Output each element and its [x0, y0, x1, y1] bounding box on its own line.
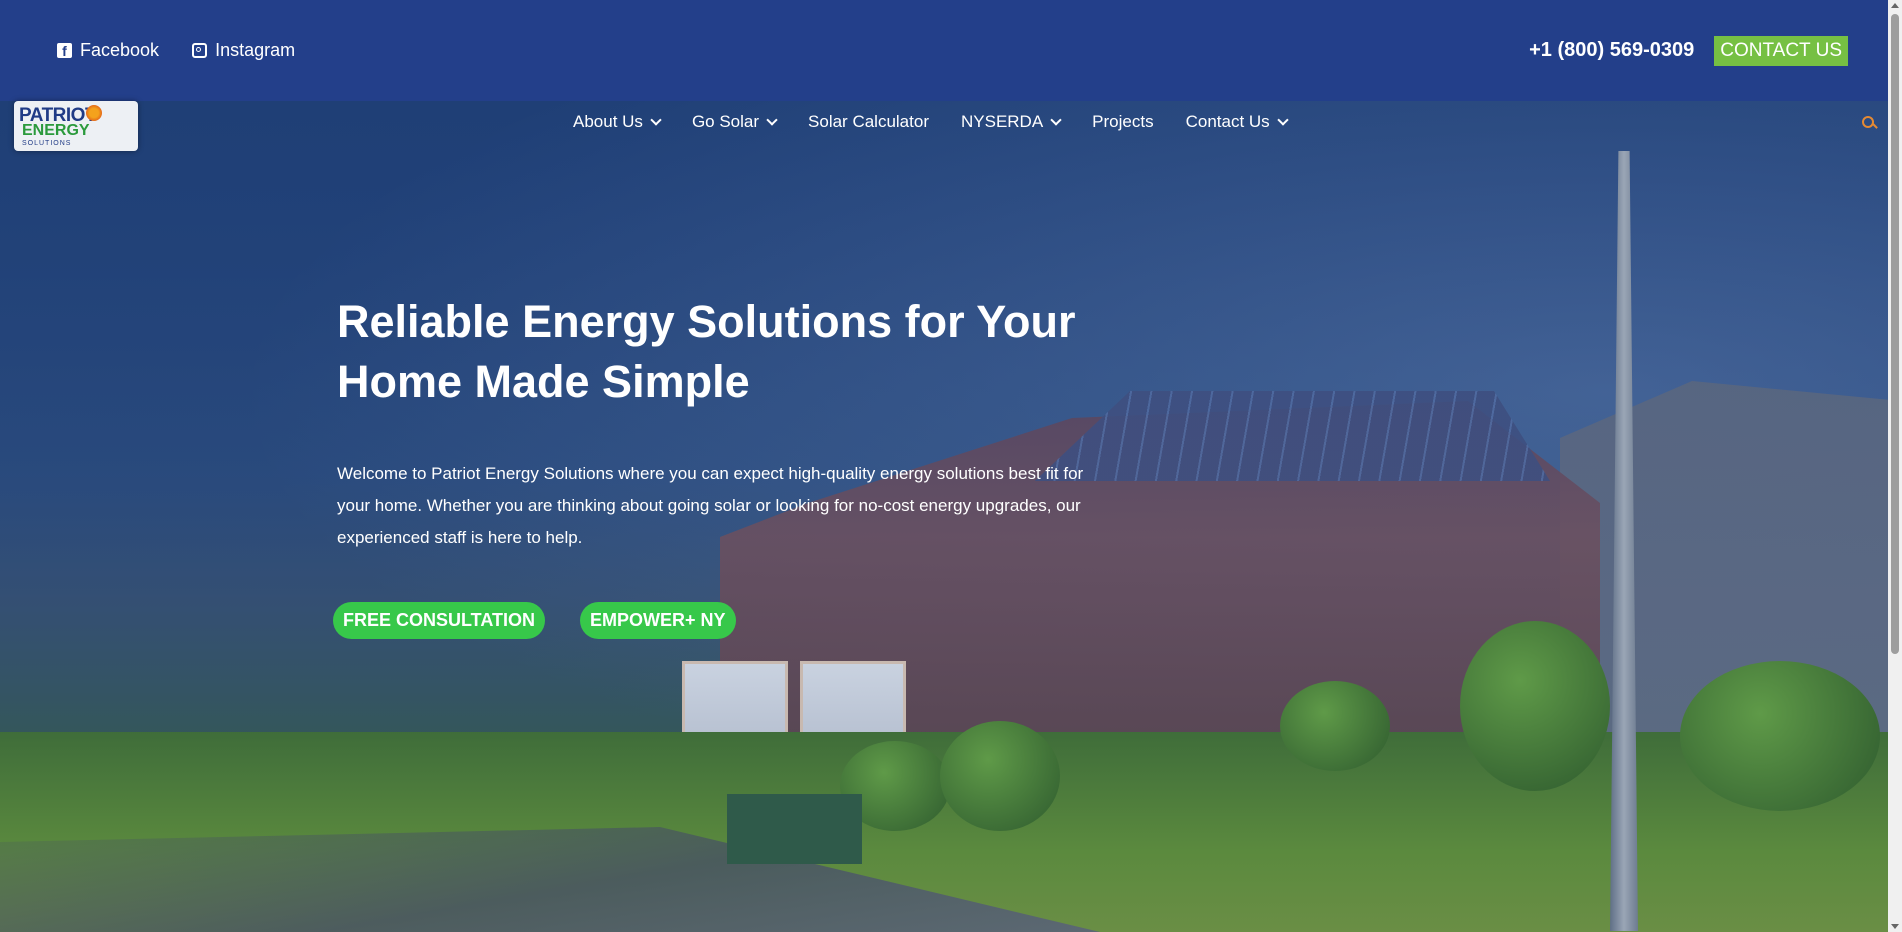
tree — [1460, 621, 1610, 791]
nav-item-contact-us[interactable]: Contact Us — [1185, 112, 1289, 132]
instagram-label: Instagram — [215, 40, 296, 60]
scroll-down-icon[interactable] — [1891, 924, 1899, 929]
nav-item-solar-calculator[interactable]: Solar Calculator — [808, 112, 929, 132]
top-bar: f Facebook Instagram +1 (800) 569-0309 C… — [0, 0, 1888, 101]
site-logo[interactable]: PATRIOT ENERGY SOLUTIONS — [14, 101, 140, 153]
hero-headline-line2: Home Made Simple — [337, 356, 750, 407]
nav-item-label: About Us — [573, 112, 643, 131]
nav-item-label: NYSERDA — [960, 112, 1044, 131]
nav-item-about-us[interactable]: About Us — [573, 112, 662, 132]
contact-us-button[interactable]: CONTACT US — [1714, 35, 1848, 66]
chevron-down-icon — [1050, 114, 1062, 126]
instagram-icon — [192, 43, 208, 58]
logo-text-energy: ENERGY — [22, 122, 90, 139]
nav-item-label: Go Solar — [691, 112, 760, 131]
chevron-down-icon — [766, 114, 778, 126]
chevron-down-icon — [1277, 114, 1289, 126]
shrub — [1680, 661, 1880, 811]
search-icon[interactable] — [1862, 116, 1878, 132]
hero-headline-line1: Reliable Energy Solutions for Your — [337, 296, 1076, 347]
nav-item-label: Projects — [1092, 112, 1154, 131]
phone-link[interactable]: +1 (800) 569-0309 — [1529, 39, 1694, 62]
scroll-up-icon[interactable] — [1891, 3, 1899, 8]
facebook-icon: f — [57, 43, 72, 58]
nav-item-go-solar[interactable]: Go Solar — [691, 112, 778, 132]
nav-item-projects[interactable]: Projects — [1092, 112, 1153, 132]
hero-headline: Reliable Energy Solutions for Your Home … — [337, 292, 1137, 412]
utility-box — [727, 794, 862, 864]
nav-item-label: Contact Us — [1185, 112, 1270, 131]
instagram-link[interactable]: Instagram — [192, 40, 295, 61]
shrub — [940, 721, 1060, 831]
scrollbar[interactable] — [1888, 0, 1902, 932]
scrollbar-thumb[interactable] — [1891, 14, 1899, 654]
social-links: f Facebook Instagram — [57, 40, 295, 61]
empower-ny-button[interactable]: EMPOWER+ NY — [580, 602, 736, 639]
facebook-link[interactable]: f Facebook — [57, 40, 159, 61]
topbar-contact: +1 (800) 569-0309 CONTACT US — [1529, 35, 1848, 66]
facebook-label: Facebook — [80, 40, 160, 60]
sun-icon — [86, 105, 102, 121]
free-consultation-button[interactable]: FREE CONSULTATION — [333, 602, 545, 639]
nav-item-nyserda[interactable]: NYSERDA — [960, 112, 1062, 132]
logo-text-solutions: SOLUTIONS — [22, 140, 72, 147]
logo-badge: PATRIOT ENERGY SOLUTIONS — [14, 101, 138, 151]
shrub — [1280, 681, 1390, 771]
chevron-down-icon — [650, 114, 662, 126]
hero-intro: Welcome to Patriot Energy Solutions wher… — [337, 464, 1084, 547]
main-nav: About Us Go Solar Solar Calculator NYSER… — [573, 112, 1289, 132]
nav-item-label: Solar Calculator — [808, 112, 929, 131]
